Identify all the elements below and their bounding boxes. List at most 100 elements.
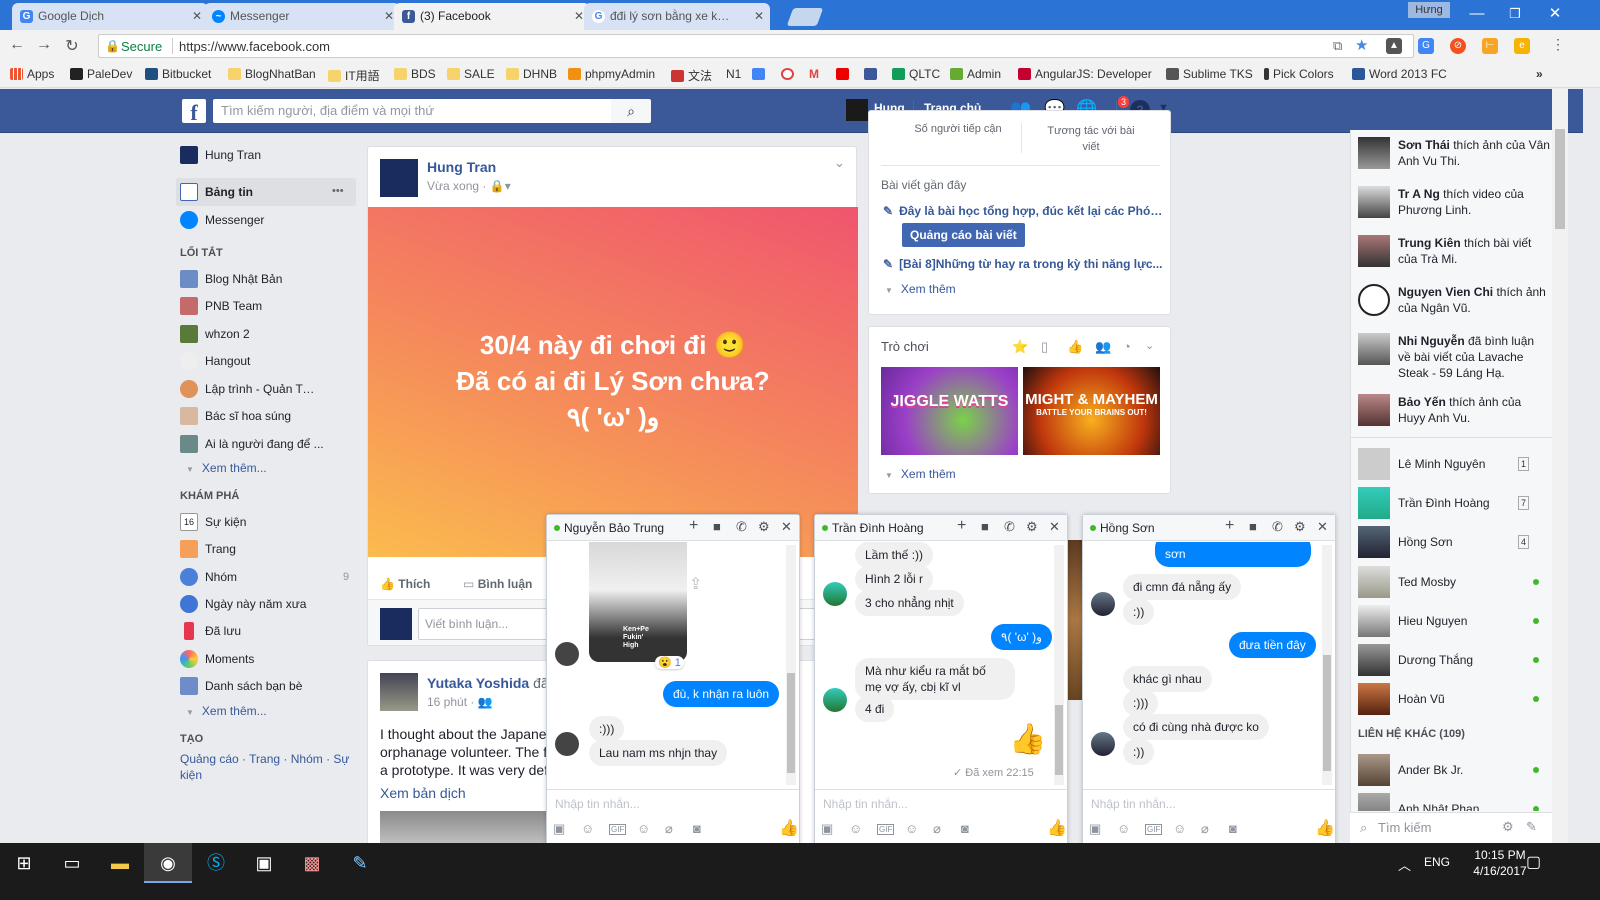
video-call-icon[interactable]: ■ — [981, 519, 989, 534]
restore-icon[interactable]: ❐ — [1500, 4, 1530, 24]
camera-icon[interactable]: ◙ — [693, 821, 701, 836]
close-tab-icon[interactable]: ✕ — [574, 3, 584, 30]
search-icon[interactable]: ⌕ — [611, 99, 651, 123]
bookmark-item[interactable]: QLTC — [892, 67, 940, 81]
contact-item[interactable]: Ted Mosby — [1358, 566, 1548, 598]
contact-item[interactable]: Anh Nhật Phan — [1358, 793, 1548, 811]
url-bar[interactable]: 🔒 Secure https://www.facebook.com ⧉ ★ — [98, 34, 1414, 58]
contact-item[interactable]: Dương Thắng — [1358, 644, 1548, 676]
gear-icon[interactable]: ⚙ — [758, 519, 770, 535]
chat-header[interactable]: Trần Đình Hoàng + ■ ✆ ⚙ ✕ — [815, 515, 1067, 541]
featured-games-icon[interactable]: ⭐ — [1012, 339, 1028, 355]
video-call-icon[interactable]: ■ — [1249, 519, 1257, 534]
paint-icon[interactable]: ✎ — [336, 843, 384, 883]
bookmark-item[interactable] — [836, 67, 853, 81]
ticker-item[interactable]: Bảo Yến thích ảnh của Huyy Anh Vu. — [1358, 394, 1550, 426]
language-indicator[interactable]: ENG — [1424, 855, 1450, 869]
ticker-item[interactable]: Sơn Thái thích ảnh của Vân Anh Vu Thi. — [1358, 137, 1550, 169]
ticker-item[interactable]: Trung Kiên thích bài viết của Trà Mi. — [1358, 235, 1550, 267]
add-people-icon[interactable]: + — [957, 517, 966, 535]
share-icon[interactable]: ⇪ — [689, 574, 702, 594]
extension-icon[interactable]: ⊘ — [1450, 38, 1466, 54]
bookmark-folder[interactable]: SALE — [447, 67, 495, 81]
page-scrollbar[interactable] — [1552, 89, 1568, 843]
emoji-icon[interactable]: ☺ — [905, 821, 918, 836]
sticker-icon[interactable]: ☺ — [581, 821, 594, 836]
chat-scrollbar[interactable] — [1054, 545, 1064, 785]
bookmark-folder[interactable]: BlogNhatBan — [228, 67, 316, 81]
gif-icon[interactable]: GIF — [877, 824, 895, 835]
camera-icon[interactable]: ◙ — [1229, 821, 1237, 836]
sticker-icon[interactable]: ☺ — [849, 821, 862, 836]
tab-messenger[interactable]: ~ Messenger ✕ — [204, 3, 400, 30]
reaction-badge[interactable]: 😮 1 — [655, 656, 684, 669]
chat-scrollbar[interactable] — [786, 545, 796, 785]
ticker-item[interactable]: Nguyen Vien Chi thích ảnh của Ngân Vũ. — [1358, 284, 1550, 316]
system-clock[interactable]: 10:15 PM 4/16/2017 — [1470, 847, 1530, 879]
bookmark-item[interactable]: AngularJS: Developer — [1018, 67, 1152, 81]
minimize-icon[interactable]: — — [1462, 4, 1492, 24]
message-input[interactable]: Nhập tin nhắn... — [555, 797, 640, 811]
game-thumbnail-jiggle-watts[interactable]: JIGGLE WATTS — [881, 367, 1018, 455]
shortcuts-see-more[interactable]: ▼ Xem thêm... — [186, 461, 267, 475]
new-tab-button[interactable] — [786, 8, 824, 26]
chevron-down-icon[interactable]: ⌄ — [1145, 339, 1154, 352]
emoji-icon[interactable]: ☺ — [1173, 821, 1186, 836]
see-more-link[interactable]: ▼ Xem thêm — [885, 282, 956, 296]
explore-see-more[interactable]: ▼ Xem thêm... — [186, 704, 267, 718]
bookmark-icon[interactable]: ▯ — [1041, 339, 1048, 355]
thumbs-up-icon[interactable]: 👍 — [1315, 818, 1335, 838]
post-time[interactable]: 16 phút · 👥 — [427, 695, 493, 709]
close-tab-icon[interactable]: ✕ — [754, 3, 764, 30]
bookmark-item[interactable] — [864, 67, 881, 81]
avatar[interactable] — [380, 159, 418, 197]
contact-item[interactable]: Trần Đình Hoàng 7 — [1358, 487, 1548, 519]
thumbs-up-icon[interactable]: 👍 — [779, 818, 799, 838]
bookmark-item[interactable]: PaleDev — [70, 67, 132, 81]
comment-button[interactable]: ▭ Bình luận — [463, 577, 532, 591]
phone-icon[interactable]: ✆ — [1004, 519, 1015, 535]
search-input[interactable]: Tìm kiếm người, địa điểm và mọi thứ — [213, 99, 611, 123]
chat-header[interactable]: Nguyễn Bảo Trung + ■ ✆ ⚙ ✕ — [547, 515, 799, 541]
message-input[interactable]: Nhập tin nhắn... — [1091, 797, 1176, 811]
close-tab-icon[interactable]: ✕ — [192, 3, 202, 30]
ticker-item[interactable]: Tr A Ng thích video của Phương Linh. — [1358, 186, 1550, 218]
add-people-icon[interactable]: + — [1225, 517, 1234, 535]
chevron-down-icon[interactable]: ⌄ — [834, 155, 845, 171]
forward-icon[interactable]: → — [34, 36, 54, 54]
bookmark-item[interactable]: Bitbucket — [145, 67, 211, 81]
bookmark-item[interactable]: phpmyAdmin — [568, 67, 655, 81]
avatar[interactable] — [846, 99, 868, 121]
recent-post-link[interactable]: ✎ [Bài 8]Những từ hay ra trong kỳ thi năn… — [883, 257, 1163, 271]
like-button[interactable]: 👍 Thích — [380, 577, 430, 591]
gif-icon[interactable]: GIF — [1145, 824, 1163, 835]
friends-icon[interactable]: 👥 — [1095, 339, 1111, 355]
attach-icon[interactable]: ⌀ — [933, 821, 941, 837]
extension-icon[interactable]: ⊢ — [1482, 38, 1498, 54]
create-links[interactable]: Quảng cáo · Trang · Nhóm · Sự kiện — [180, 751, 355, 783]
bookmark-folder[interactable]: IT用語 — [328, 67, 380, 84]
see-translation-link[interactable]: Xem bản dịch — [380, 785, 466, 801]
phone-icon[interactable]: ✆ — [1272, 519, 1283, 535]
facebook-logo-icon[interactable]: f — [182, 99, 206, 125]
thumbs-up-icon[interactable]: 👍 — [1047, 818, 1067, 838]
post-author[interactable]: Yutaka Yoshida đã — [427, 675, 549, 691]
message-input[interactable]: Nhập tin nhắn... — [823, 797, 908, 811]
chat-header[interactable]: Hồng Sơn + ■ ✆ ⚙ ✕ — [1083, 515, 1335, 541]
gauge-icon[interactable]: ◔ — [1123, 339, 1131, 354]
new-message-icon[interactable]: ✎ — [1526, 819, 1537, 835]
contact-item[interactable]: Ander Bk Jr. — [1358, 754, 1548, 786]
close-window-icon[interactable]: ✕ — [1540, 4, 1570, 24]
tab-google-translate[interactable]: G Google Dịch ✕ — [12, 3, 208, 30]
photo-icon[interactable]: ▣ — [821, 821, 833, 837]
see-more-link[interactable]: ▼ Xem thêm — [885, 467, 956, 481]
contact-item[interactable]: Hieu Nguyen — [1358, 605, 1548, 637]
tab-google-search[interactable]: G đđi lý sơn bằng xe khách ✕ — [584, 3, 770, 30]
chevron-up-icon[interactable]: ︿ — [1398, 855, 1411, 874]
url-text[interactable]: https://www.facebook.com — [179, 39, 330, 54]
bookmark-item[interactable]: Word 2013 FC — [1352, 67, 1447, 81]
reload-icon[interactable]: ↻ — [62, 36, 82, 56]
bookmark-star-icon[interactable]: ★ — [1355, 36, 1368, 54]
attach-icon[interactable]: ⌀ — [1201, 821, 1209, 837]
gear-icon[interactable]: ⚙ — [1502, 819, 1514, 835]
